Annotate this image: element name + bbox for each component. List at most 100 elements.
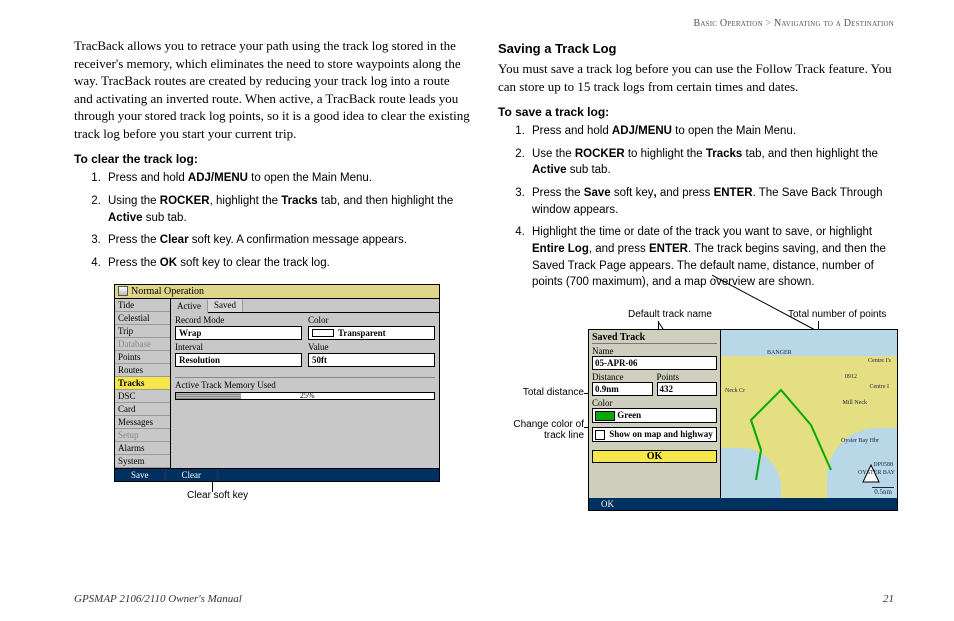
sidebar-item[interactable]: Tide — [115, 299, 170, 312]
label-distance: Distance — [592, 372, 653, 382]
saved-track-window: Saved Track Name 05-APR-06 Distance 0.9n… — [588, 329, 898, 511]
map-label: Oyster Bay Hbr — [841, 438, 879, 444]
callout-clear-softkey: Clear soft key — [182, 490, 440, 501]
softkey-ok[interactable]: OK — [589, 498, 626, 510]
memory-bar: 25% — [175, 392, 435, 400]
softkey-save[interactable]: Save — [115, 469, 166, 481]
footer-title: GPSMAP 2106/2110 Owner's Manual — [74, 593, 242, 605]
step-item: Press the Save soft key, and press ENTER… — [528, 185, 894, 218]
field-interval[interactable]: Resolution — [175, 353, 302, 367]
sidebar-item[interactable]: Celestial — [115, 312, 170, 325]
color-value: Green — [617, 410, 641, 420]
map-overview: BANGER Centre I's Neck Cr Mill Neck Oyst… — [721, 330, 897, 498]
map-label: OYSTER BAY — [858, 470, 895, 476]
color-value: Transparent — [338, 328, 386, 338]
sidebar-item[interactable]: Alarms — [115, 442, 170, 455]
map-label: Centre I — [870, 384, 890, 390]
sidebar-item[interactable]: Trip — [115, 325, 170, 338]
tab-saved[interactable]: Saved — [208, 299, 243, 312]
field-color[interactable]: Green — [592, 408, 717, 423]
step-item: Use the ROCKER to highlight the Tracks t… — [528, 146, 894, 179]
map-label: 0912 — [845, 374, 857, 380]
label-name: Name — [592, 346, 717, 356]
running-header: Basic Operation > Navigating to a Destin… — [74, 18, 894, 29]
softkey-clear[interactable]: Clear — [166, 469, 219, 481]
tracks-body: Active Saved Record Mode Color Wrap — [171, 299, 439, 468]
map-label: DP0588 — [873, 462, 893, 468]
label-color: Color — [308, 315, 435, 325]
field-show-on-map[interactable]: Show on map and highway — [592, 427, 717, 442]
clear-track-steps: Press and hold ADJ/MENU to open the Main… — [74, 170, 470, 271]
sidebar-item[interactable]: System — [115, 455, 170, 468]
memory-fill — [176, 393, 241, 399]
memory-label: Active Track Memory Used — [175, 377, 435, 390]
label-value: Value — [308, 342, 435, 352]
field-distance: 0.9nm — [592, 382, 653, 396]
callout-total-distance: Total distance — [498, 387, 584, 398]
sidebar-item: Setup — [115, 429, 170, 442]
app-icon — [118, 286, 128, 296]
right-column: Saving a Track Log You must save a track… — [498, 37, 894, 549]
step-item: Using the ROCKER, highlight the Tracks t… — [104, 193, 470, 226]
callout-text: Clear soft key — [187, 490, 248, 501]
header-section: Basic Operation — [694, 18, 763, 29]
label-color: Color — [592, 398, 717, 408]
map-label: Centre I's — [868, 358, 891, 364]
show-label: Show on map and highway — [609, 429, 713, 439]
page-number: 21 — [883, 593, 894, 605]
sidebar-item[interactable]: DSC — [115, 390, 170, 403]
softkey-bar: Save Clear — [115, 468, 439, 481]
left-column: TracBack allows you to retrace your path… — [74, 37, 470, 549]
sidebar-menu: Tide Celestial Trip Database Points Rout… — [115, 299, 171, 468]
callout-total-points: Total number of points — [788, 309, 886, 320]
checkbox-icon[interactable] — [595, 430, 605, 440]
color-swatch — [312, 329, 334, 337]
label-points: Points — [657, 372, 718, 382]
step-item: Press and hold ADJ/MENU to open the Main… — [104, 170, 470, 187]
step-item: Press the OK soft key to clear the track… — [104, 255, 470, 272]
ok-button[interactable]: OK — [592, 450, 717, 463]
sidebar-item[interactable]: Messages — [115, 416, 170, 429]
sidebar-item[interactable]: Card — [115, 403, 170, 416]
field-name[interactable]: 05-APR-06 — [592, 356, 717, 370]
tracks-window-figure: Normal Operation Tide Celestial Trip Dat… — [114, 284, 440, 501]
map-label: Mill Neck — [843, 400, 868, 406]
page-footer: GPSMAP 2106/2110 Owner's Manual 21 — [74, 593, 894, 605]
sidebar-item[interactable]: Points — [115, 351, 170, 364]
label-interval: Interval — [175, 342, 302, 352]
header-subsection: Navigating to a Destination — [774, 18, 894, 29]
map-label: BANGER — [767, 350, 792, 356]
label-record-mode: Record Mode — [175, 315, 302, 325]
sidebar-item-tracks[interactable]: Tracks — [115, 377, 170, 390]
sidebar-item[interactable]: Routes — [115, 364, 170, 377]
field-color[interactable]: Transparent — [308, 326, 435, 340]
saving-track-heading: Saving a Track Log — [498, 41, 894, 56]
panel-title: Saved Track — [592, 332, 717, 344]
sidebar-item: Database — [115, 338, 170, 351]
window-title: Normal Operation — [131, 286, 204, 297]
color-swatch-icon — [595, 411, 615, 421]
tracks-tabs: Active Saved — [171, 299, 439, 313]
clear-track-heading: To clear the track log: — [74, 152, 470, 166]
softkey-bar: OK — [589, 498, 897, 510]
callout-default-name: Default track name — [628, 309, 712, 320]
map-scale: 0.5nm — [872, 487, 894, 496]
step-item: Press the Clear soft key. A confirmation… — [104, 232, 470, 249]
field-points: 432 — [657, 382, 718, 396]
intro-paragraph: TracBack allows you to retrace your path… — [74, 37, 470, 142]
save-track-steps: Press and hold ADJ/MENU to open the Main… — [498, 123, 894, 291]
save-track-task-heading: To save a track log: — [498, 105, 894, 119]
saving-intro: You must save a track log before you can… — [498, 60, 894, 95]
header-sep: > — [765, 18, 771, 29]
saved-track-figure: Default track name Total number of point… — [498, 309, 894, 549]
window-titlebar: Normal Operation — [115, 285, 439, 299]
memory-pct: 25% — [300, 391, 315, 400]
saved-track-panel: Saved Track Name 05-APR-06 Distance 0.9n… — [589, 330, 721, 498]
callout-change-color: Change color of track line — [498, 419, 584, 441]
map-label: Neck Cr — [725, 388, 745, 394]
field-record-mode[interactable]: Wrap — [175, 326, 302, 340]
field-value[interactable]: 50ft — [308, 353, 435, 367]
step-item: Press and hold ADJ/MENU to open the Main… — [528, 123, 894, 140]
tab-active[interactable]: Active — [171, 300, 208, 313]
step-item: Highlight the time or date of the track … — [528, 224, 894, 291]
